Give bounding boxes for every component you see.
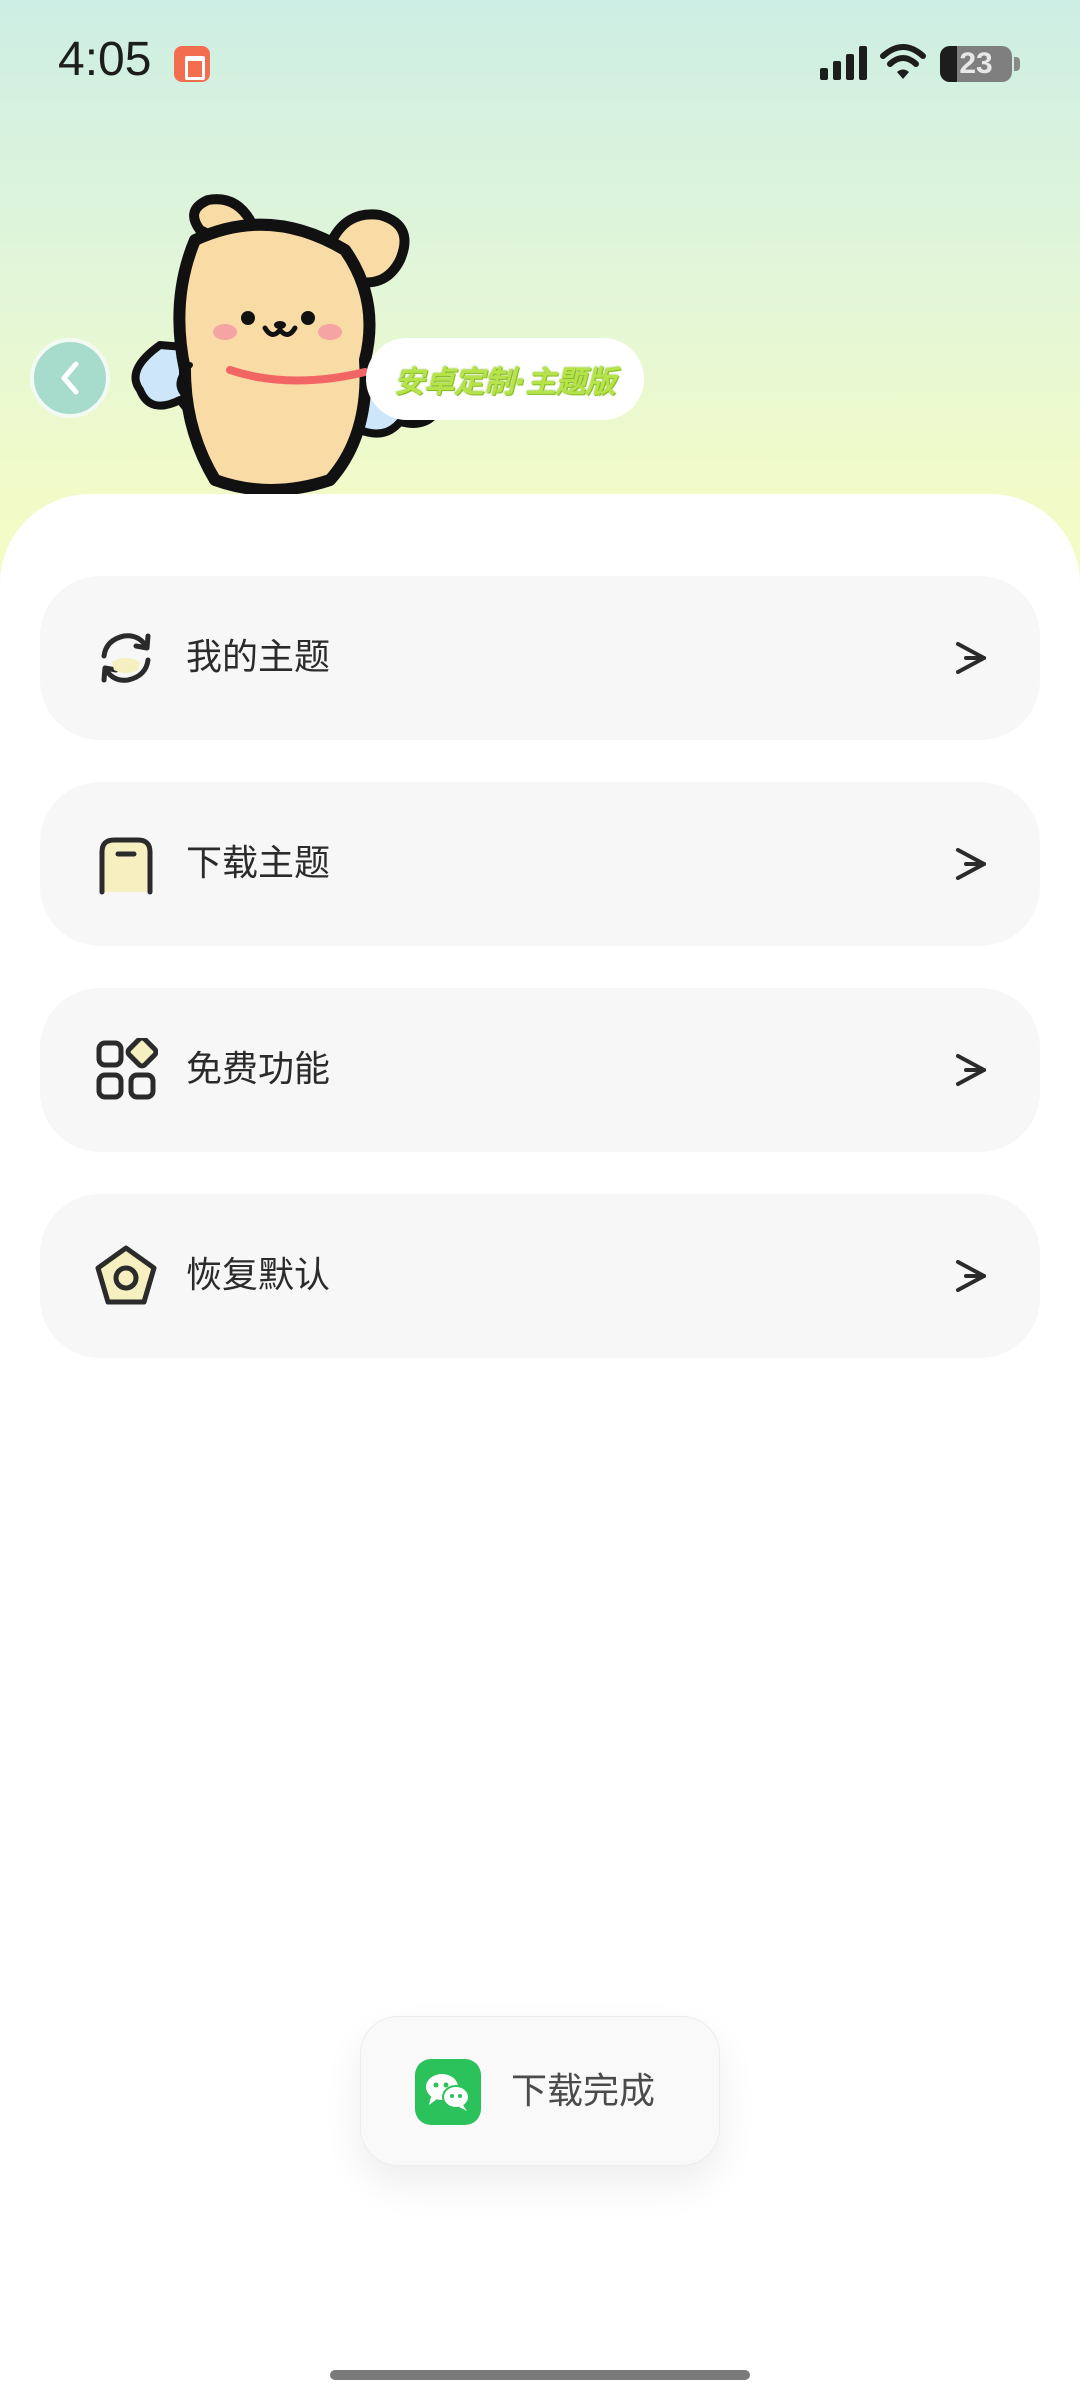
refresh-cycle-icon	[101, 633, 151, 683]
menu-item-free-features[interactable]: 免费功能	[40, 988, 1040, 1152]
toast-message: 下载完成	[511, 2071, 656, 2112]
theme-tag-text: 安卓定制·主题版	[394, 365, 616, 400]
chevron-right-icon	[956, 1260, 986, 1292]
battery-level: 23	[959, 47, 993, 80]
menu-item-label: 我的主题	[186, 637, 331, 678]
home-indicator[interactable]	[330, 2370, 750, 2380]
menu-item-label: 下载主题	[186, 843, 331, 884]
menu-item-label: 恢复默认	[186, 1255, 331, 1296]
wechat-icon	[415, 2059, 481, 2125]
battery-icon: 23	[940, 46, 1012, 82]
download-toast: 下载完成	[360, 2016, 720, 2166]
theme-tag: 安卓定制·主题版	[366, 338, 644, 420]
back-button[interactable]	[30, 338, 110, 418]
menu-item-my-themes[interactable]: 我的主题	[40, 576, 1040, 740]
status-time: 4:05	[58, 33, 152, 86]
chevron-right-icon	[956, 642, 986, 674]
wifi-icon	[880, 44, 926, 79]
pentagon-icon	[95, 1245, 157, 1305]
notification-icon	[174, 46, 210, 82]
menu-item-restore-default[interactable]: 恢复默认	[40, 1194, 1040, 1358]
chevron-right-icon	[956, 848, 986, 880]
menu-item-download-themes[interactable]: 下载主题	[40, 782, 1040, 946]
menu-item-label: 免费功能	[186, 1049, 331, 1090]
chevron-left-icon	[61, 361, 79, 395]
phone-frame-icon	[99, 837, 153, 895]
apps-grid-icon	[96, 1038, 158, 1100]
battery-cap	[1014, 57, 1020, 71]
chevron-right-icon	[956, 1054, 986, 1086]
status-bar: 4:05 23	[0, 0, 1080, 130]
signal-icon	[820, 46, 867, 80]
